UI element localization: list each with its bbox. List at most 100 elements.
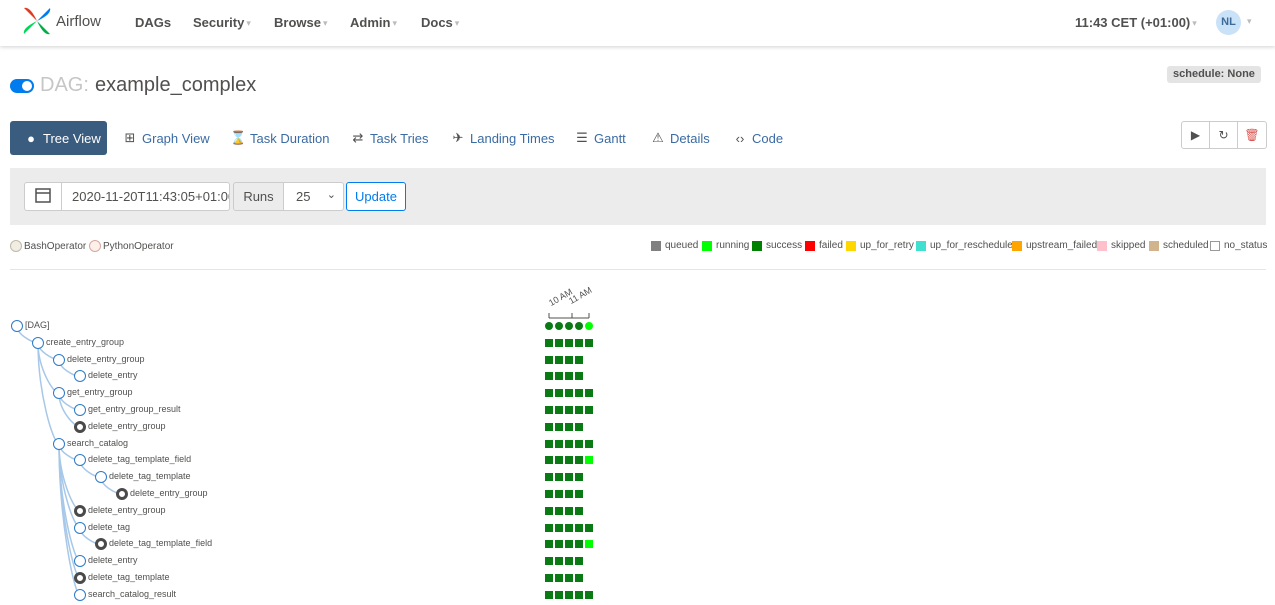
task-instance-status[interactable]: [585, 338, 593, 347]
task-instance-status[interactable]: [575, 355, 583, 364]
task-instance-status[interactable]: [575, 456, 583, 465]
task-instance-status[interactable]: [575, 338, 583, 347]
task-instance-status[interactable]: [565, 338, 573, 347]
task-instance-status[interactable]: [585, 406, 593, 414]
task-instance-status[interactable]: [555, 506, 563, 515]
task-instance-status[interactable]: [575, 574, 583, 582]
tab-details[interactable]: ⚠ Details: [650, 121, 710, 155]
task-instance-status[interactable]: [575, 389, 583, 398]
task-instance-status[interactable]: [555, 557, 563, 566]
task-instance-status[interactable]: [565, 506, 573, 515]
timezone-clock[interactable]: 11:43 CET (+01:00) ▾: [1075, 15, 1197, 30]
task-instance-status[interactable]: [545, 557, 553, 566]
task-instance-status[interactable]: [555, 372, 563, 381]
task-instance-status[interactable]: [585, 540, 593, 549]
task-instance-status[interactable]: [545, 355, 553, 364]
task-instance-status[interactable]: [565, 406, 573, 414]
task-instance-status[interactable]: [545, 422, 553, 431]
task-instance-status[interactable]: [545, 338, 553, 347]
task-node-label[interactable]: delete_entry_group: [88, 505, 166, 515]
task-instance-status[interactable]: [545, 439, 553, 448]
dag-run-status[interactable]: [575, 322, 583, 330]
task-instance-status[interactable]: [575, 406, 583, 414]
task-instance-status[interactable]: [585, 456, 593, 465]
task-node-label[interactable]: search_catalog: [67, 438, 128, 448]
task-node-label[interactable]: delete_tag: [88, 522, 130, 532]
task-node-label[interactable]: delete_tag_template: [88, 572, 170, 582]
task-instance-status[interactable]: [555, 406, 563, 414]
task-instance-status[interactable]: [585, 523, 593, 532]
task-node-icon[interactable]: [74, 521, 86, 534]
task-node-icon[interactable]: [32, 336, 44, 349]
task-instance-status[interactable]: [575, 523, 583, 532]
dag-run-status[interactable]: [565, 322, 573, 330]
task-instance-status[interactable]: [545, 372, 553, 381]
task-instance-status[interactable]: [555, 389, 563, 398]
task-node-icon[interactable]: [74, 504, 86, 517]
task-node-icon[interactable]: [74, 572, 86, 584]
user-avatar[interactable]: NL: [1216, 10, 1241, 35]
task-instance-status[interactable]: [545, 406, 553, 414]
task-instance-status[interactable]: [545, 389, 553, 398]
task-instance-status[interactable]: [545, 590, 553, 599]
task-instance-status[interactable]: [545, 523, 553, 532]
task-instance-status[interactable]: [545, 506, 553, 515]
task-instance-status[interactable]: [575, 506, 583, 515]
task-instance-status[interactable]: [565, 540, 573, 549]
task-instance-status[interactable]: [575, 473, 583, 482]
task-instance-status[interactable]: [565, 557, 573, 566]
task-instance-status[interactable]: [555, 590, 563, 599]
task-instance-status[interactable]: [585, 590, 593, 599]
task-instance-status[interactable]: [555, 574, 563, 582]
chevron-down-icon[interactable]: ▾: [1247, 16, 1252, 27]
task-instance-status[interactable]: [575, 557, 583, 566]
task-instance-status[interactable]: [565, 439, 573, 448]
refresh-button[interactable]: ↻: [1210, 122, 1238, 148]
task-instance-status[interactable]: [565, 523, 573, 532]
task-instance-status[interactable]: [555, 490, 563, 498]
task-instance-status[interactable]: [555, 338, 563, 347]
task-instance-status[interactable]: [565, 473, 573, 482]
task-node-icon[interactable]: [74, 420, 86, 433]
task-node-icon[interactable]: [11, 320, 23, 332]
tab-code[interactable]: ‹› Code: [732, 121, 783, 155]
task-instance-status[interactable]: [545, 456, 553, 465]
task-instance-status[interactable]: [585, 389, 593, 398]
task-instance-status[interactable]: [565, 574, 573, 582]
task-instance-status[interactable]: [555, 355, 563, 364]
task-instance-status[interactable]: [545, 490, 553, 498]
task-instance-status[interactable]: [565, 590, 573, 599]
task-instance-status[interactable]: [565, 456, 573, 465]
task-instance-status[interactable]: [565, 355, 573, 364]
dag-run-status[interactable]: [585, 322, 593, 330]
task-instance-status[interactable]: [575, 439, 583, 448]
task-instance-status[interactable]: [545, 540, 553, 549]
task-node-label[interactable]: delete_tag_template: [109, 471, 191, 481]
task-instance-status[interactable]: [575, 490, 583, 498]
task-node-label[interactable]: get_entry_group: [67, 387, 133, 397]
task-node-label[interactable]: delete_tag_template_field: [109, 538, 212, 548]
trigger-dag-button[interactable]: ▶: [1182, 122, 1210, 148]
task-instance-status[interactable]: [575, 372, 583, 381]
task-instance-status[interactable]: [575, 422, 583, 431]
task-node-label[interactable]: create_entry_group: [46, 337, 124, 347]
task-instance-status[interactable]: [565, 389, 573, 398]
task-instance-status[interactable]: [545, 574, 553, 582]
task-instance-status[interactable]: [565, 372, 573, 381]
task-node-icon[interactable]: [116, 488, 128, 500]
task-instance-status[interactable]: [555, 422, 563, 431]
task-instance-status[interactable]: [575, 540, 583, 549]
dag-run-status[interactable]: [555, 322, 563, 330]
task-node-icon[interactable]: [74, 404, 86, 416]
task-instance-status[interactable]: [555, 456, 563, 465]
task-node-label[interactable]: delete_entry_group: [130, 488, 208, 498]
task-instance-status[interactable]: [555, 439, 563, 448]
task-node-label[interactable]: delete_entry: [88, 555, 138, 565]
task-instance-status[interactable]: [585, 439, 593, 448]
task-node-label[interactable]: search_catalog_result: [88, 589, 176, 599]
task-instance-status[interactable]: [555, 540, 563, 549]
task-node-label[interactable]: delete_tag_template_field: [88, 454, 191, 464]
task-node-label[interactable]: delete_entry: [88, 370, 138, 380]
dag-run-status[interactable]: [545, 322, 553, 330]
task-node-icon[interactable]: [74, 588, 86, 601]
